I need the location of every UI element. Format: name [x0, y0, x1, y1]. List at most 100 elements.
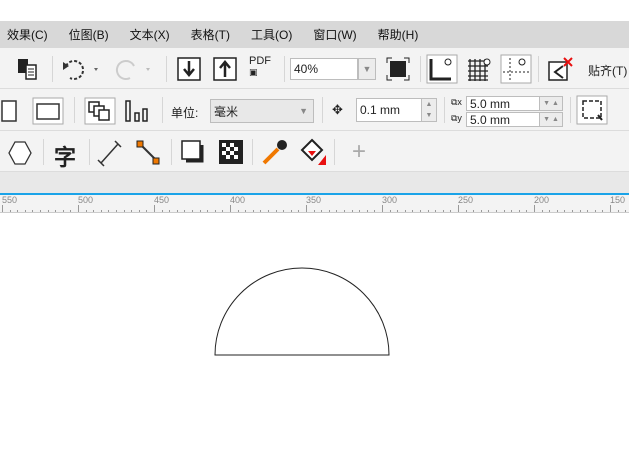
duplicate-x-spinner[interactable]: ▼ ▲	[539, 96, 563, 111]
drawing-canvas[interactable]	[0, 214, 629, 463]
ruler-tick	[397, 210, 399, 212]
menu-window[interactable]: 窗口(W)	[313, 26, 356, 43]
full-screen-icon[interactable]	[385, 56, 411, 82]
ruler-tick	[146, 210, 148, 212]
ruler-tick	[328, 210, 330, 212]
show-guidelines-icon[interactable]	[500, 54, 532, 84]
ruler-tick	[564, 210, 566, 212]
connector-tool-icon[interactable]	[134, 139, 164, 169]
pdf-label: PDF	[249, 55, 271, 67]
ruler-tick	[534, 205, 535, 212]
ruler-tick	[496, 210, 497, 212]
ruler-label: 400	[230, 195, 246, 205]
ruler-tick	[24, 210, 26, 212]
ruler-tick	[503, 210, 505, 212]
current-page-icon[interactable]	[124, 99, 152, 123]
import-icon[interactable]	[176, 56, 202, 82]
ruler-tick	[131, 210, 133, 212]
ruler-tick	[404, 210, 406, 212]
document-tab-area	[0, 172, 629, 194]
zoom-level-input[interactable]: 40%	[290, 58, 358, 80]
publish-pdf-button[interactable]: PDF ▣	[249, 56, 271, 78]
ruler-tick	[123, 210, 125, 212]
add-tool-icon[interactable]: +	[352, 138, 366, 166]
ruler-tick	[625, 210, 627, 212]
duplicate-y-spinner[interactable]: ▼ ▲	[539, 112, 563, 127]
ruler-tick	[458, 205, 459, 212]
show-rulers-icon[interactable]	[426, 54, 458, 84]
units-label: 单位:	[171, 106, 199, 120]
menu-bitmaps[interactable]: 位图(B)	[69, 26, 109, 43]
ruler-tick	[351, 210, 353, 212]
semicircle-shape[interactable]	[214, 267, 390, 356]
undo-icon[interactable]	[60, 58, 104, 82]
menu-tools[interactable]: 工具(O)	[251, 26, 292, 43]
ruler-label: 500	[78, 195, 94, 205]
ruler-tick	[374, 210, 376, 212]
ruler-label: 450	[154, 195, 170, 205]
ruler-tick	[252, 210, 254, 212]
polygon-tool-icon[interactable]	[6, 139, 36, 167]
landscape-icon[interactable]	[32, 97, 64, 125]
paste-icon[interactable]	[16, 56, 42, 82]
text-tool-icon[interactable]: 字	[54, 140, 76, 172]
ruler-tick	[442, 210, 444, 212]
menu-text[interactable]: 文本(X)	[130, 26, 170, 43]
units-value: 毫米	[214, 104, 239, 119]
menu-table[interactable]: 表格(T)	[191, 26, 230, 43]
nudge-distance-input[interactable]: 0.1 mm	[356, 98, 422, 122]
ruler-tick	[321, 210, 323, 212]
snap-to-dropdown[interactable]: 贴齐(T)	[588, 62, 627, 79]
ruler-tick	[450, 210, 452, 212]
dimension-tool-icon[interactable]	[96, 139, 126, 167]
eyedropper-tool-icon[interactable]	[260, 137, 290, 167]
ruler-tick	[283, 210, 285, 212]
ruler-tick	[420, 210, 421, 212]
property-bar: 单位: 毫米 ▼ ✥ 0.1 mm ▲ ▼ ⧉x 5.0 mm ▼ ▲ ⧉y 5.0…	[0, 89, 629, 131]
zoom-dropdown-button[interactable]: ▼	[358, 58, 376, 80]
ruler-label: 300	[382, 195, 398, 205]
ruler-tick	[199, 210, 201, 212]
portrait-icon[interactable]	[0, 97, 24, 125]
ruler-tick	[268, 210, 269, 212]
all-pages-icon[interactable]	[84, 97, 116, 125]
transparency-tool-icon[interactable]	[218, 139, 244, 165]
duplicate-y-input[interactable]: 5.0 mm	[466, 112, 540, 127]
ruler-tick	[610, 205, 611, 212]
ruler-tick	[62, 210, 64, 212]
treat-as-filled-icon[interactable]	[576, 95, 608, 125]
toolbox: 字 +	[0, 131, 629, 172]
snap-off-icon[interactable]	[547, 56, 575, 82]
ruler-tick	[572, 210, 573, 212]
interactive-fill-tool-icon[interactable]	[298, 137, 328, 167]
ruler-tick	[306, 205, 307, 212]
ruler-tick	[594, 210, 596, 212]
menu-help[interactable]: 帮助(H)	[378, 26, 419, 43]
ruler-tick	[465, 210, 467, 212]
show-grid-icon[interactable]	[465, 56, 493, 82]
horizontal-ruler[interactable]: 550 500 450 400 350 300 250 200 150	[0, 195, 629, 213]
units-dropdown[interactable]: 毫米 ▼	[210, 99, 314, 123]
ruler-tick	[412, 210, 414, 212]
ruler-tick	[78, 205, 79, 212]
ruler-tick	[336, 210, 338, 212]
export-icon[interactable]	[212, 56, 238, 82]
ruler-tick	[435, 210, 437, 212]
ruler-tick	[2, 205, 3, 212]
ruler-tick	[290, 210, 292, 212]
redo-icon[interactable]	[112, 58, 156, 82]
nudge-spinner[interactable]: ▲ ▼	[421, 98, 437, 122]
ruler-tick	[214, 210, 216, 212]
ruler-tick	[32, 210, 34, 212]
ruler-tick	[100, 210, 102, 212]
ruler-tick	[154, 205, 155, 212]
ruler-tick	[427, 210, 429, 212]
ruler-tick	[108, 210, 110, 212]
ruler-tick	[480, 210, 482, 212]
ruler-tick	[602, 210, 604, 212]
menu-effects[interactable]: 效果(C)	[7, 26, 48, 43]
duplicate-x-input[interactable]: 5.0 mm	[466, 96, 540, 111]
standard-toolbar: PDF ▣ 40% ▼ 贴齐(T)	[0, 48, 629, 89]
ruler-tick	[138, 210, 140, 212]
drop-shadow-tool-icon[interactable]	[180, 139, 208, 167]
